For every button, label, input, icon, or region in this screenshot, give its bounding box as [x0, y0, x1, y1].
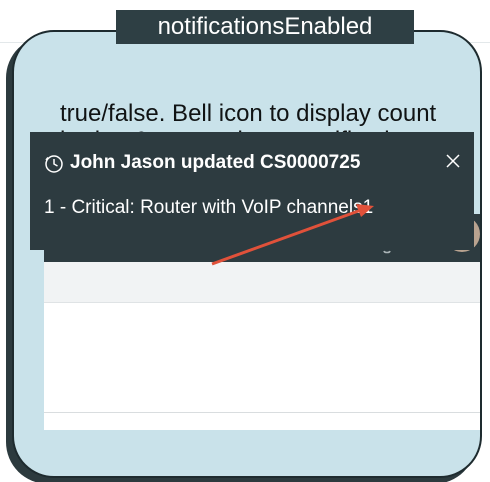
notification-title[interactable]: John Jason updated CS0000725 [70, 151, 360, 175]
content-divider [44, 412, 480, 413]
callout-card: true/false. Bell icon to display count b… [12, 30, 482, 478]
clock-icon [45, 155, 63, 173]
content-header-strip [44, 262, 480, 303]
notification-message: 1 - Critical: Router with VoIP channels1 [44, 197, 374, 218]
notification-popup[interactable]: John Jason updated CS0000725 1 - Critica… [30, 132, 474, 250]
property-name-tag: notificationsEnabled [116, 10, 414, 44]
close-icon[interactable] [442, 150, 464, 172]
page-content-area [44, 262, 480, 430]
